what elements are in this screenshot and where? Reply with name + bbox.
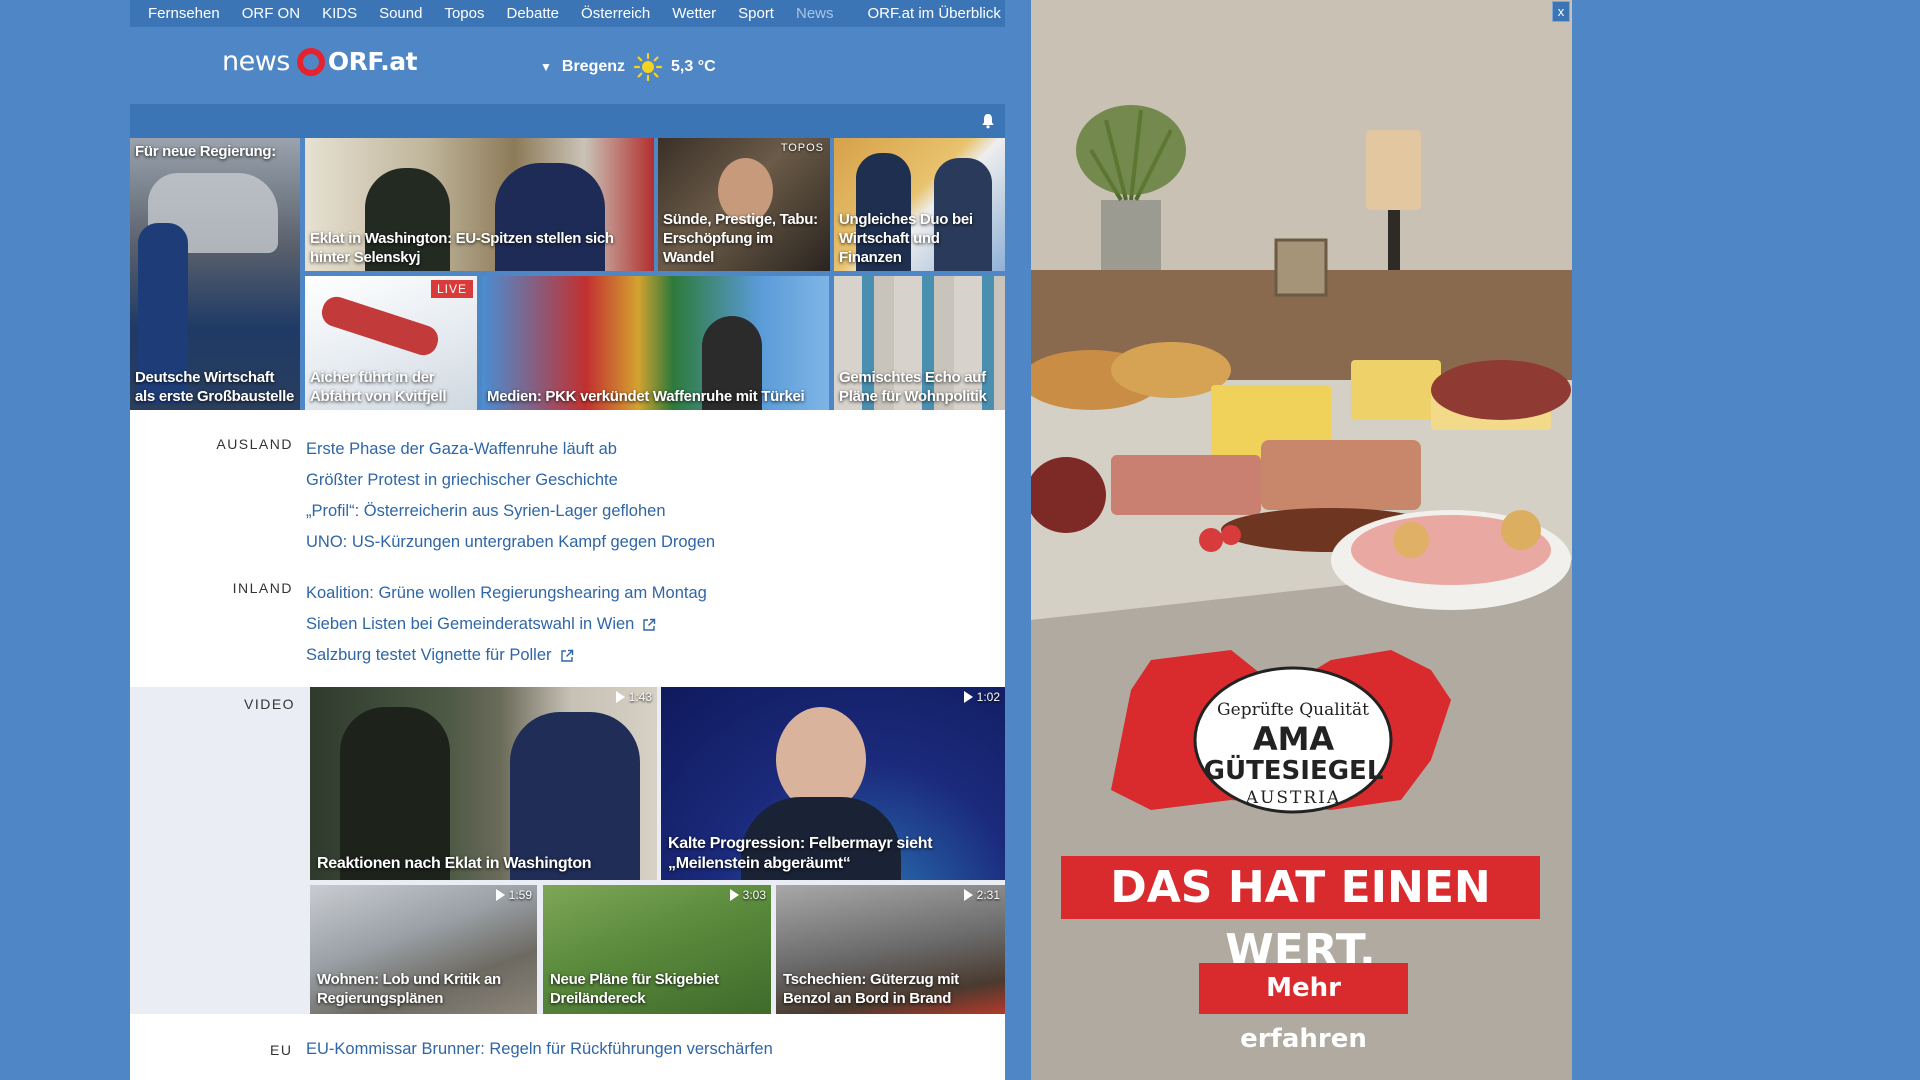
tile-title: Medien: PKK verkündet Waffenruhe mit Tür… xyxy=(487,388,805,405)
play-icon xyxy=(963,889,973,901)
section-eu: EU EU-Kommissar Brunner: Regeln für Rück… xyxy=(130,1014,1005,1080)
top-navigation: Fernsehen ORF ON KIDS Sound Topos Debatt… xyxy=(130,0,1005,27)
video-duration: 1:59 xyxy=(495,888,532,902)
video-duration: 2:31 xyxy=(963,888,1000,902)
video-tile[interactable]: 1:43 Reaktionen nach Eklat in Washington xyxy=(310,687,657,880)
tile-title: Gemischtes Echo auf Pläne für Wohnpoliti… xyxy=(839,369,987,405)
story-tile-topos[interactable]: TOPOS Sünde, Prestige, Tabu: Erschöpfung… xyxy=(658,138,830,271)
video-title: Kalte Progression: Felbermayr sieht „Mei… xyxy=(668,835,933,872)
story-tile-wirtschaft[interactable]: Für neue Regierung: Deutsche Wirtschaft … xyxy=(130,138,300,410)
headline-link[interactable]: Sieben Listen bei Gemeinderatswahl in Wi… xyxy=(306,609,707,640)
orf-ring-icon xyxy=(296,47,325,76)
story-tile-eklat[interactable]: Eklat in Washington: EU-Spitzen stellen … xyxy=(305,138,654,271)
headline-text: Salzburg testet Vignette für Poller xyxy=(306,646,552,664)
section-title: INLAND xyxy=(232,580,293,596)
play-icon xyxy=(729,889,739,901)
external-link-icon xyxy=(642,618,656,632)
ad-slogan: DAS HAT EINEN WERT. xyxy=(1061,856,1540,976)
headline-link[interactable]: EU-Kommissar Brunner: Regeln für Rückfüh… xyxy=(306,1040,773,1059)
advertisement[interactable]: Geprüfte Qualität AMA GÜTESIEGEL AUSTRIA… xyxy=(1031,0,1572,1080)
section-title: AUSLAND xyxy=(216,436,293,452)
headline-link[interactable]: „Profil“: Österreicherin aus Syrien-Lage… xyxy=(306,496,715,527)
video-duration: 3:03 xyxy=(729,888,766,902)
live-badge: LIVE xyxy=(430,280,473,298)
section-title: VIDEO xyxy=(244,696,296,712)
ad-close-button[interactable]: x xyxy=(1552,1,1570,22)
nav-orf-on[interactable]: ORF ON xyxy=(242,5,300,22)
ama-seal: Geprüfte Qualität AMA GÜTESIEGEL AUSTRIA xyxy=(1195,678,1392,818)
nav-sound[interactable]: Sound xyxy=(379,5,422,22)
nav-fernsehen[interactable]: Fernsehen xyxy=(148,5,220,22)
ad-cta-button[interactable]: Mehr erfahren xyxy=(1199,963,1408,1054)
story-tile-duo[interactable]: Ungleiches Duo bei Wirtschaft und Finanz… xyxy=(834,138,1005,271)
seal-line1: AMA xyxy=(1252,720,1335,758)
logo-orf-text: ORF.at xyxy=(327,47,418,76)
weather-location: Bregenz xyxy=(561,58,626,75)
nav-overview[interactable]: ORF.at im Überblick xyxy=(868,5,1001,22)
tile-title: Eklat in Washington: EU-Spitzen stellen … xyxy=(310,230,614,266)
headline-link[interactable]: Koalition: Grüne wollen Regierungshearin… xyxy=(306,578,707,609)
headline-link[interactable]: Größter Protest in griechischer Geschich… xyxy=(306,465,715,496)
video-tile[interactable]: 1:02 Kalte Progression: Felbermayr sieht… xyxy=(661,687,1005,880)
tile-kicker: Für neue Regierung: xyxy=(135,143,276,160)
video-duration: 1:02 xyxy=(963,690,1000,704)
logo-news-text: news xyxy=(222,46,290,77)
story-tile-ski[interactable]: LIVE Aicher führt in der Abfahrt von Kvi… xyxy=(305,276,477,410)
weather-widget[interactable]: ▼ Bregenz 5,3 °C xyxy=(540,52,716,82)
section-title: EU xyxy=(270,1042,293,1058)
site-logo[interactable]: news ORF.at xyxy=(222,46,418,77)
video-title: Wohnen: Lob und Kritik an Regierungsplän… xyxy=(317,971,501,1007)
nav-debatte[interactable]: Debatte xyxy=(506,5,559,22)
video-title: Reaktionen nach Eklat in Washington xyxy=(317,855,592,872)
headline-text: Sieben Listen bei Gemeinderatswahl in Wi… xyxy=(306,615,635,633)
nav-wetter[interactable]: Wetter xyxy=(672,5,716,22)
seal-bottom-text: AUSTRIA xyxy=(1245,788,1342,808)
nav-topos[interactable]: Topos xyxy=(444,5,484,22)
bell-icon[interactable] xyxy=(981,113,995,129)
tile-title: Ungleiches Duo bei Wirtschaft und Finanz… xyxy=(839,211,973,266)
video-title: Tschechien: Güterzug mit Benzol an Bord … xyxy=(783,971,959,1007)
sun-icon xyxy=(633,52,663,82)
weather-temperature: 5,3 °C xyxy=(671,58,716,75)
headline-link[interactable]: Salzburg testet Vignette für Poller xyxy=(306,640,707,671)
seal-line2: GÜTESIEGEL xyxy=(1203,756,1384,786)
play-icon xyxy=(615,691,625,703)
video-tile[interactable]: 3:03 Neue Pläne für Skigebiet Dreiländer… xyxy=(543,885,771,1014)
video-section: VIDEO 1:43 Reaktionen nach Eklat in Wash… xyxy=(130,687,1005,1014)
nav-news[interactable]: News xyxy=(796,5,834,22)
nav-kids[interactable]: KIDS xyxy=(322,5,357,22)
content-toolbar xyxy=(130,104,1005,138)
video-title: Neue Pläne für Skigebiet Dreiländereck xyxy=(550,971,719,1007)
story-tile-pkk[interactable]: Medien: PKK verkündet Waffenruhe mit Tür… xyxy=(482,276,829,410)
tile-title: Sünde, Prestige, Tabu: Erschöpfung im Wa… xyxy=(663,211,818,266)
top-story-grid: Für neue Regierung: Deutsche Wirtschaft … xyxy=(130,138,1005,410)
video-tile[interactable]: 1:59 Wohnen: Lob und Kritik an Regierung… xyxy=(310,885,537,1014)
play-icon xyxy=(963,691,973,703)
tile-title: Deutsche Wirtschaft als erste Großbauste… xyxy=(135,369,295,405)
nav-sport[interactable]: Sport xyxy=(738,5,774,22)
location-dropdown-icon[interactable]: ▼ xyxy=(540,60,552,74)
external-link-icon xyxy=(560,649,574,663)
seal-top-text: Geprüfte Qualität xyxy=(1217,700,1369,720)
play-icon xyxy=(495,889,505,901)
video-duration: 1:43 xyxy=(615,690,652,704)
story-tile-wohnen[interactable]: Gemischtes Echo auf Pläne für Wohnpoliti… xyxy=(834,276,1005,410)
headline-link[interactable]: UNO: US-Kürzungen untergraben Kampf gege… xyxy=(306,527,715,558)
tile-section-label: TOPOS xyxy=(780,142,824,154)
nav-oesterreich[interactable]: Österreich xyxy=(581,5,650,22)
tile-title: Aicher führt in der Abfahrt von Kvitfjel… xyxy=(310,369,447,405)
news-lists: AUSLAND Erste Phase der Gaza-Waffenruhe … xyxy=(130,410,1005,687)
video-tile[interactable]: 2:31 Tschechien: Güterzug mit Benzol an … xyxy=(776,885,1005,1014)
headline-link[interactable]: Erste Phase der Gaza-Waffenruhe läuft ab xyxy=(306,434,715,465)
